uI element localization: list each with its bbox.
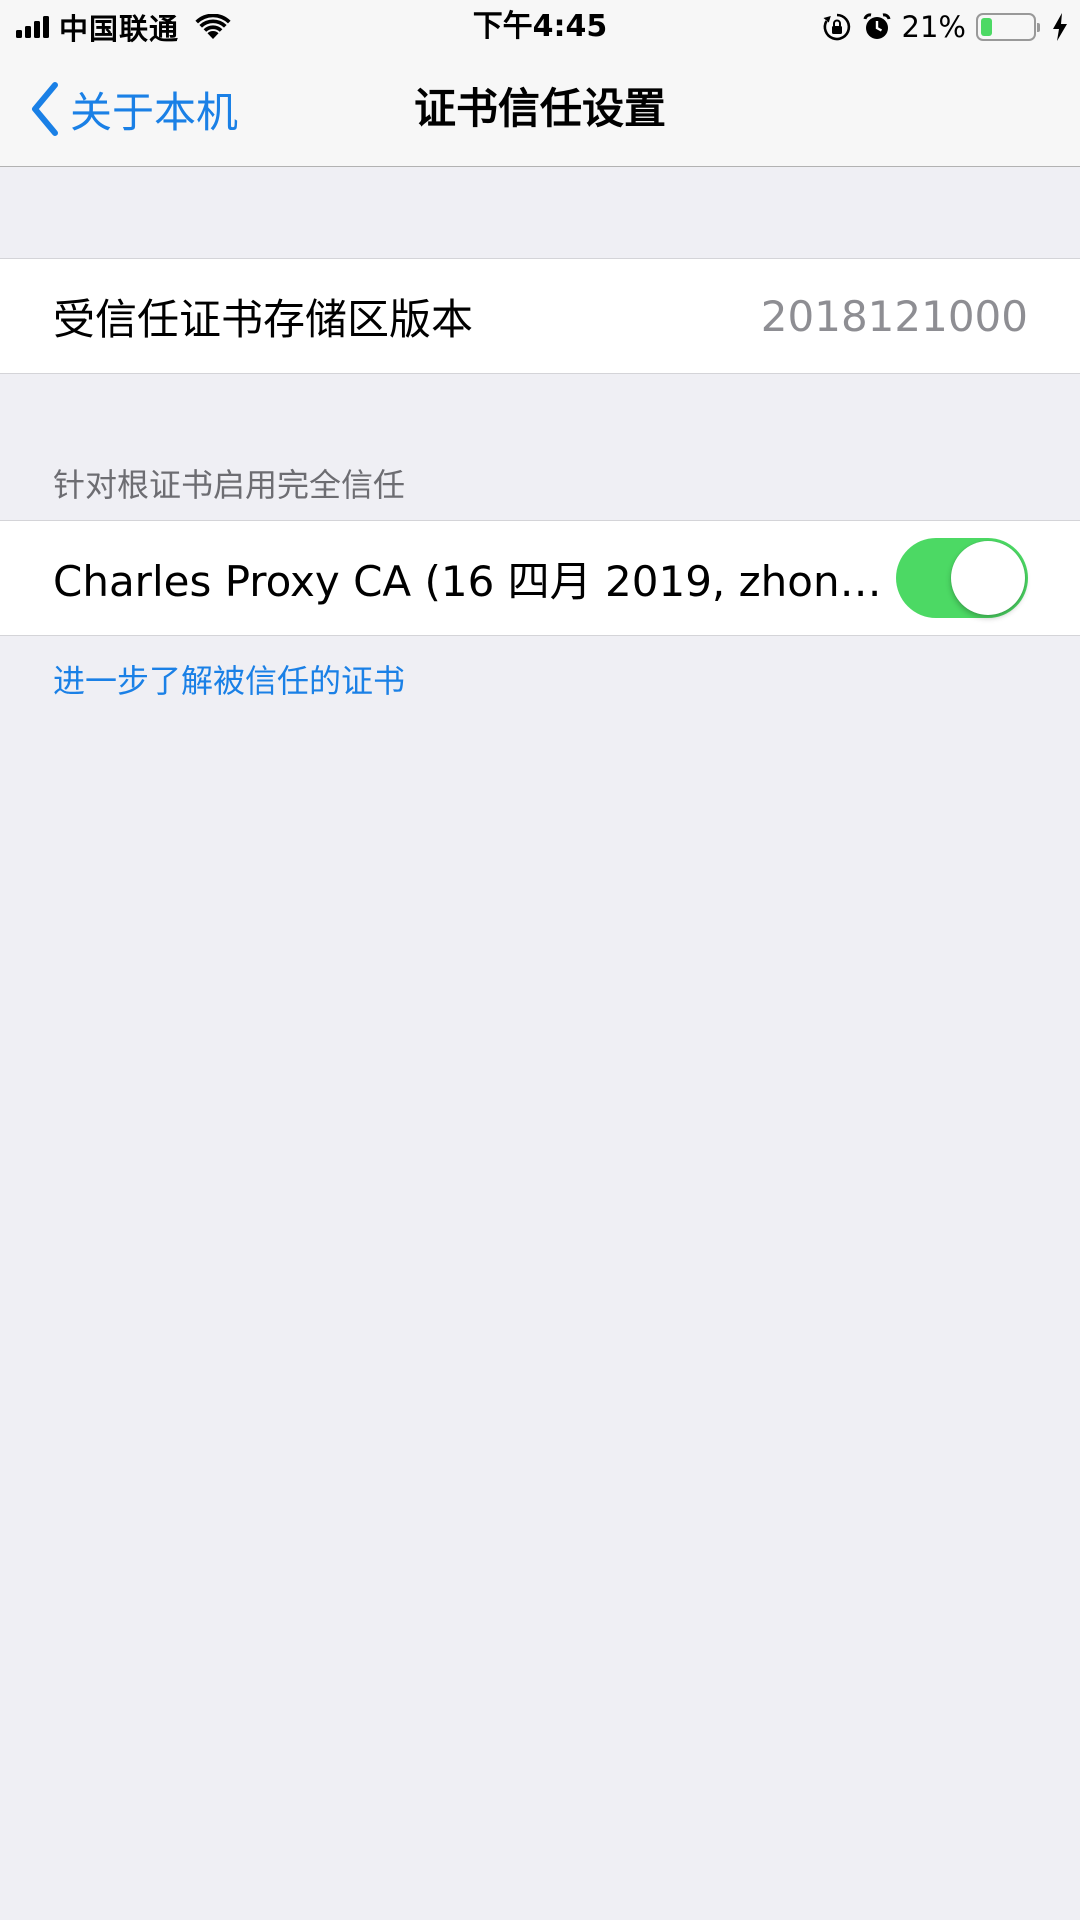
certificate-row: Charles Proxy CA (16 四月 2019, zhonga… [0, 521, 1080, 635]
battery-icon [976, 13, 1040, 41]
alarm-icon [862, 12, 892, 42]
certificate-label: Charles Proxy CA (16 四月 2019, zhonga… [53, 556, 893, 606]
status-bar: 中国联通 下午4:45 21% [0, 0, 1080, 54]
learn-more-link[interactable]: 进一步了解被信任的证书 [53, 656, 405, 702]
store-version-group: 受信任证书存储区版本 2018121000 [0, 258, 1080, 374]
store-version-value: 2018121000 [760, 291, 1028, 341]
battery-level [981, 18, 992, 36]
toggle-knob [951, 541, 1025, 615]
certificate-trust-toggle[interactable] [896, 538, 1028, 618]
store-version-label: 受信任证书存储区版本 [53, 294, 474, 344]
root-trust-group: Charles Proxy CA (16 四月 2019, zhonga… [0, 520, 1080, 636]
rotation-lock-icon [822, 12, 852, 42]
status-right: 21% [822, 8, 1068, 46]
root-trust-section-header: 针对根证书启用完全信任 [53, 466, 406, 504]
page-title: 证书信任设置 [413, 84, 666, 133]
charging-icon [1052, 13, 1068, 41]
navigation-bar: 关于本机 证书信任设置 [0, 54, 1080, 167]
store-version-row: 受信任证书存储区版本 2018121000 [0, 259, 1080, 373]
battery-percent: 21% [901, 10, 966, 44]
